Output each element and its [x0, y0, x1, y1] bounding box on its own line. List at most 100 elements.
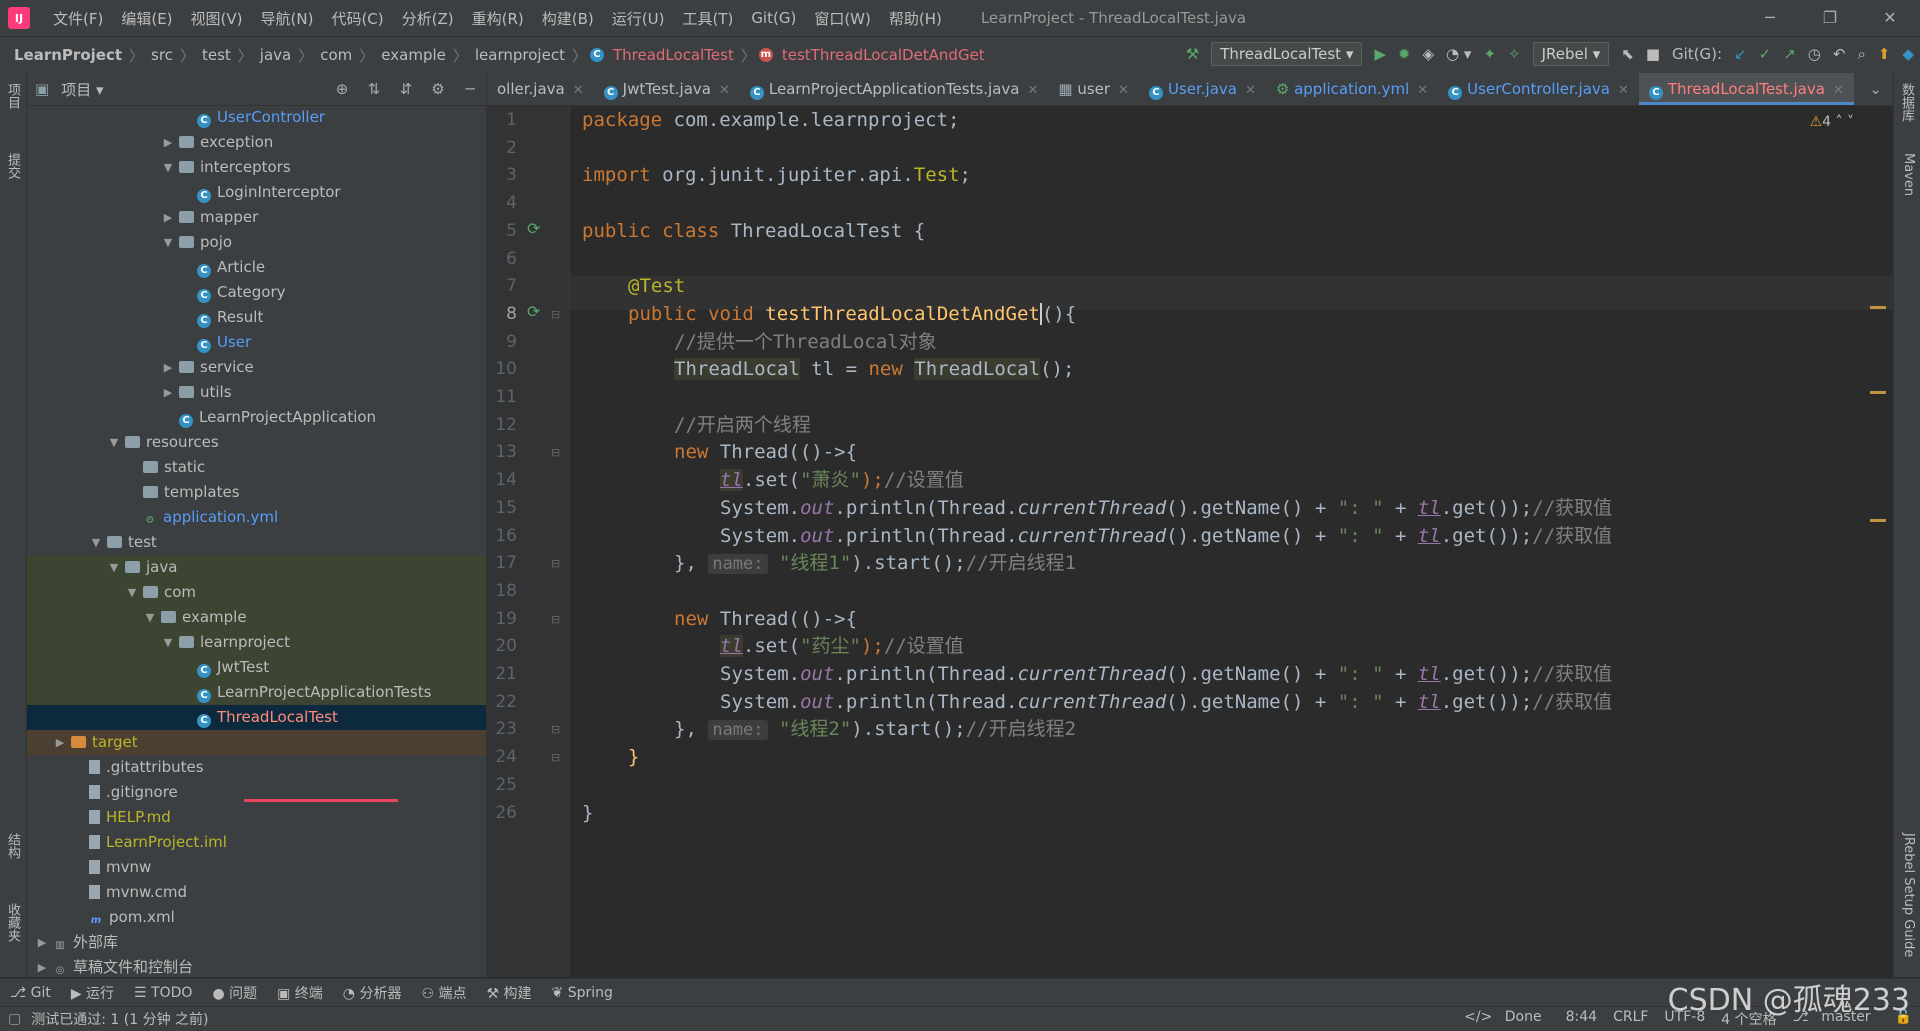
inspection-widget[interactable]: ⚠4 ˄ ˅ [1810, 114, 1854, 130]
code-line[interactable]: } [628, 740, 639, 774]
chevron-right-icon[interactable]: ▶ [161, 205, 175, 230]
run-config-dropdown[interactable]: ThreadLocalTest ▾ [1211, 42, 1363, 66]
chevron-down-icon[interactable]: ▼ [161, 230, 175, 255]
tree-item[interactable]: C UserController [27, 105, 486, 130]
tool-build[interactable]: ⚒ 构建 [476, 983, 541, 1003]
tree-item[interactable]: ▼ interceptors [27, 155, 486, 180]
tree-item[interactable]: templates [27, 480, 486, 505]
menu-git[interactable]: Git(G) [742, 9, 805, 27]
breadcrumb-example[interactable]: example [377, 46, 450, 64]
gear-icon[interactable]: ⚙ [422, 80, 454, 98]
tab-close-icon[interactable]: ✕ [1245, 83, 1256, 98]
jrebel-run-icon[interactable]: ✦ [1477, 45, 1502, 63]
fold-icon[interactable]: ⊟ [551, 751, 560, 764]
menu-code[interactable]: 代码(C) [322, 8, 392, 29]
chevron-down-icon[interactable]: ▼ [143, 605, 157, 630]
profile-icon[interactable]: ◔ ▾ [1440, 45, 1477, 63]
menu-help[interactable]: 帮助(H) [880, 8, 951, 29]
tree-item[interactable]: ▼ pojo [27, 230, 486, 255]
run-test-gutter-icon[interactable]: ⟳ [527, 219, 540, 238]
tree-item[interactable]: C JwtTest [27, 655, 486, 680]
tree-item[interactable]: C Article [27, 255, 486, 280]
status-line-separator[interactable]: CRLF [1605, 1009, 1656, 1029]
tool-jrebel-guide[interactable]: JRebel Setup Guide [1898, 833, 1916, 957]
stop-icon[interactable]: ■ [1640, 45, 1666, 63]
project-panel-title[interactable]: 项目 ▾ [61, 79, 103, 100]
chevron-down-icon[interactable]: ▼ [125, 580, 139, 605]
tab-close-icon[interactable]: ✕ [1027, 83, 1038, 98]
tree-item[interactable]: C Category [27, 280, 486, 305]
tree-item[interactable]: ⚙ application.yml [27, 505, 486, 530]
tree-item[interactable]: .gitattributes [27, 755, 486, 780]
tree-item[interactable]: ▼ java [27, 555, 486, 580]
code-line[interactable]: ThreadLocal tl = new ThreadLocal(); [674, 352, 1074, 386]
tree-item[interactable]: ▶ ◎ 草稿文件和控制台 [27, 955, 486, 977]
fold-icon[interactable]: ⊟ [551, 723, 560, 736]
tree-item[interactable]: ▶ mapper [27, 205, 486, 230]
menu-file[interactable]: 文件(F) [44, 8, 112, 29]
chevron-down-icon[interactable]: ▼ [161, 155, 175, 180]
minimize-icon[interactable]: ─ [1740, 0, 1800, 36]
breadcrumb-project[interactable]: LearnProject [0, 46, 126, 64]
tool-git[interactable]: ⎇ Git [0, 985, 61, 1001]
editor-tab[interactable]: C LearnProjectApplicationTests.java ✕ [740, 73, 1049, 105]
attach-icon[interactable]: ⬉ [1615, 45, 1640, 63]
tree-item[interactable]: LearnProject.iml [27, 830, 486, 855]
menu-edit[interactable]: 编辑(E) [112, 8, 181, 29]
editor-tab[interactable]: ▦ user ✕ [1048, 73, 1139, 105]
tree-item[interactable]: C User [27, 330, 486, 355]
status-position[interactable]: 8:44 [1558, 1009, 1605, 1029]
breadcrumb-java[interactable]: java [256, 46, 295, 64]
tool-run[interactable]: ▶ 运行 [61, 983, 124, 1003]
chevron-down-icon[interactable]: ▼ [89, 530, 103, 555]
tool-maven[interactable]: Maven [1898, 153, 1916, 196]
menu-view[interactable]: 视图(V) [182, 8, 252, 29]
locate-icon[interactable]: ⊕ [326, 80, 358, 98]
code-line[interactable]: }, name: "线程2").start();//开启线程2 [674, 712, 1076, 746]
tree-item[interactable]: C LearnProjectApplicationTests [27, 680, 486, 705]
tool-structure[interactable]: 结构 [4, 833, 22, 859]
breadcrumb-com[interactable]: com [316, 46, 356, 64]
tree-item[interactable]: C LearnProjectApplication [27, 405, 486, 430]
editor-tab[interactable]: ⚙ application.yml ✕ [1266, 73, 1438, 105]
close-icon[interactable]: ✕ [1860, 0, 1920, 36]
tree-item[interactable]: m pom.xml [27, 905, 486, 930]
breadcrumb-src[interactable]: src [147, 46, 177, 64]
chevron-right-icon[interactable]: ▶ [53, 730, 67, 755]
tool-commit[interactable]: 提交 [4, 153, 22, 179]
breadcrumb-method[interactable]: testThreadLocalDetAndGet [778, 46, 989, 64]
tab-close-icon[interactable]: ✕ [573, 83, 584, 98]
git-history-icon[interactable]: ◷ [1802, 45, 1827, 63]
chevron-down-icon[interactable]: ▼ [107, 555, 121, 580]
chevron-right-icon[interactable]: ▶ [35, 955, 49, 977]
tab-close-icon[interactable]: ✕ [1618, 83, 1629, 98]
menu-run[interactable]: 运行(U) [603, 8, 674, 29]
tree-item[interactable]: ▼ com [27, 580, 486, 605]
tool-database[interactable]: 数据库 [1898, 83, 1916, 122]
tab-list-chevron-icon[interactable]: ⌄ [1857, 80, 1894, 98]
editor-tab[interactable]: C User.java ✕ [1139, 73, 1266, 105]
editor-tab[interactable]: C UserController.java ✕ [1438, 73, 1639, 105]
toolbox-icon[interactable]: ◆ [1896, 45, 1920, 63]
git-update-icon[interactable]: ↙ [1728, 45, 1753, 63]
tree-item[interactable]: ▼ resources [27, 430, 486, 455]
menu-navigate[interactable]: 导航(N) [252, 8, 323, 29]
tree-item[interactable]: C ThreadLocalTest [27, 705, 486, 730]
editor-tab[interactable]: C JwtTest.java ✕ [594, 73, 740, 105]
menu-window[interactable]: 窗口(W) [805, 8, 880, 29]
tree-item[interactable]: ▼ example [27, 605, 486, 630]
git-commit-icon[interactable]: ✓ [1753, 45, 1778, 63]
fold-icon[interactable]: ⊟ [551, 308, 560, 321]
run-icon[interactable]: ▶ [1368, 45, 1392, 63]
tree-item[interactable]: mvnw.cmd [27, 880, 486, 905]
fold-icon[interactable]: ⊟ [551, 557, 560, 570]
tool-profiler[interactable]: ◔ 分析器 [333, 983, 412, 1003]
menu-tools[interactable]: 工具(T) [673, 8, 742, 29]
editor-tab[interactable]: oller.java ✕ [487, 73, 594, 105]
search-icon[interactable]: ⌕ [1851, 45, 1871, 63]
chevron-right-icon[interactable]: ▶ [161, 380, 175, 405]
tab-close-icon[interactable]: ✕ [719, 83, 730, 98]
debug-icon[interactable]: ✹ [1392, 45, 1417, 63]
status-message[interactable]: 测试已通过: 1 (1 分钟 之前) [31, 1009, 208, 1029]
status-done[interactable]: </> Done [1456, 1009, 1557, 1029]
